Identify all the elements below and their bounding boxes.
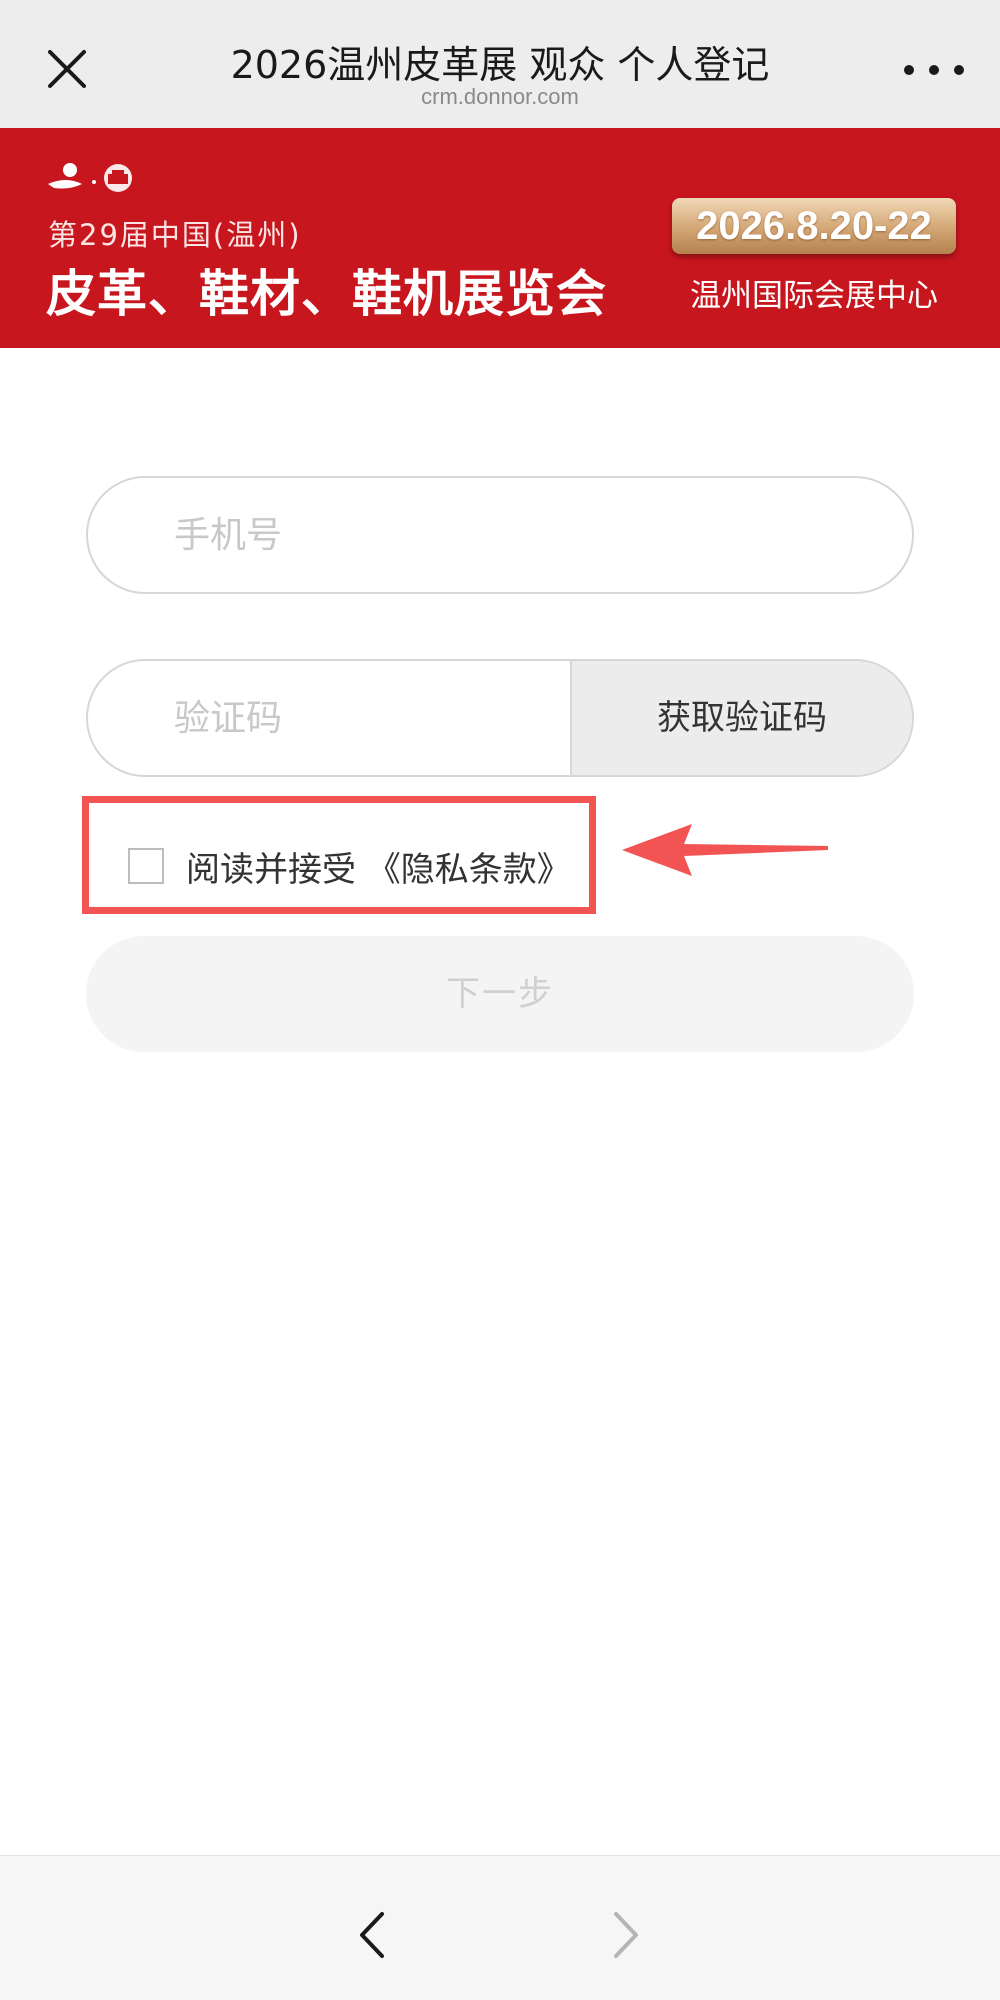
phone-input[interactable] — [174, 478, 874, 592]
phone-field — [86, 476, 914, 594]
exhibition-venue: 温州国际会展中心 — [690, 278, 938, 314]
page-url: crm.donnor.com — [421, 84, 579, 109]
more-icon[interactable] — [904, 60, 964, 80]
exhibition-logo — [44, 160, 136, 194]
verification-code-field: 获取验证码 — [86, 659, 914, 777]
get-code-button[interactable]: 获取验证码 — [570, 661, 912, 775]
chevron-left-icon[interactable] — [348, 1910, 398, 1960]
next-step-button[interactable]: 下一步 — [86, 936, 914, 1052]
close-icon[interactable] — [40, 42, 94, 96]
page-title: 2026温州皮革展 观众 个人登记 — [230, 43, 770, 87]
exhibition-name: 皮革、鞋材、鞋机展览会 — [46, 265, 607, 323]
privacy-consent[interactable]: 阅读并接受 《隐私条款》 — [128, 844, 571, 890]
exhibition-date-badge: 2026.8.20-22 — [672, 198, 956, 254]
privacy-label: 阅读并接受 《隐私条款》 — [186, 849, 571, 890]
chevron-right-icon[interactable] — [600, 1910, 650, 1960]
annotation-arrow-icon — [622, 820, 828, 880]
exhibition-banner: 第29届中国(温州) 皮革、鞋材、鞋机展览会 2026.8.20-22 温州国际… — [0, 128, 1000, 348]
verification-code-input[interactable] — [174, 661, 554, 775]
bottom-toolbar — [0, 1855, 1000, 2000]
top-nav-bar: 2026温州皮革展 观众 个人登记 crm.donnor.com — [0, 0, 1000, 128]
privacy-checkbox[interactable] — [128, 848, 164, 884]
exhibition-edition: 第29届中国(温州) — [48, 218, 302, 252]
